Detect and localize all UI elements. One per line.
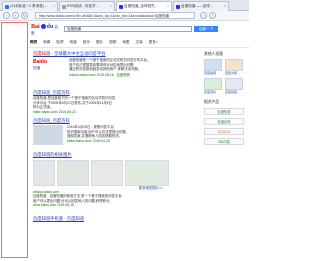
tab-zhidao[interactable]: 知道	[70, 40, 77, 44]
result-4: 百度知道的相关图片 更多相关图片>>	[33, 152, 183, 191]
baidu-logo[interactable]: Bai du 百度	[31, 24, 59, 35]
tab-label: 百度知道_全球领先…	[124, 4, 159, 8]
title-rest: - 全球最大中文互动问答平台	[50, 51, 106, 56]
result-3: 百度知道_百度百科 2016年4月28日 - 按照问答平台 知识搜索功能,用户可…	[33, 118, 183, 149]
tab-video[interactable]: 视频	[109, 40, 116, 44]
result-title[interactable]: 百度知道 - 全球最大中文互动问答平台	[33, 51, 183, 57]
search-button[interactable]: 百度一下	[194, 26, 218, 32]
product-logo[interactable]: 百度百科	[204, 118, 244, 125]
related-label: 百度贴吧	[204, 71, 217, 75]
related-heading: 其他人还搜	[204, 52, 223, 56]
browser-tab-4[interactable]: 百度知道——全球… ×	[173, 1, 229, 11]
search-nav-tabs: 网页 新闻 贴吧 知道 音乐 图片 视频 地图 文库 更多»	[30, 40, 190, 46]
right-column: 其他人还搜 百度贴吧 百度文库 百度百科 百度经验 相关产品 百度知道 百度百科…	[204, 50, 248, 148]
products-heading: 相关产品	[204, 100, 220, 104]
star-icon[interactable]: ☆	[200, 12, 207, 19]
browser-tab-1[interactable]: (24封私信 / 4 条消息)… ×	[2, 1, 58, 11]
tab-music[interactable]: 音乐	[83, 40, 90, 44]
tab-images[interactable]: 图片	[96, 40, 103, 44]
result-thumbnail[interactable]	[33, 125, 63, 145]
tab-more[interactable]: 更多»	[149, 40, 158, 44]
divider	[28, 47, 249, 48]
brand-sub-text: 知道	[33, 66, 41, 70]
forward-icon[interactable]: ›	[12, 12, 19, 19]
result-6: 百度知道手机版 - 百度知道	[33, 216, 183, 222]
close-icon[interactable]: ×	[53, 4, 55, 8]
browser-tab-2[interactable]: RSS阅读 - 问答开… ×	[59, 1, 115, 11]
image-thumbnail[interactable]	[91, 160, 123, 186]
result-url[interactable]: www.baidu.com 2015-08-16	[33, 203, 183, 207]
title-highlight: 百度知道	[33, 51, 51, 56]
related-item[interactable]: 百度贴吧	[204, 59, 222, 75]
product-logo[interactable]: 360问答	[204, 138, 244, 145]
brand-text: Baidu	[33, 59, 47, 65]
related-label: 百度文库	[225, 71, 238, 75]
tab-web[interactable]: 网页	[30, 40, 37, 44]
tab-news[interactable]: 新闻	[43, 40, 50, 44]
result-title[interactable]: 百度知道_百度百科	[33, 118, 183, 124]
related-label: 百度经验	[225, 90, 238, 94]
product-logo[interactable]: 百度知道	[204, 108, 244, 115]
browser-tab-bar: (24封私信 / 4 条消息)… × RSS阅读 - 问答开… × 百度知道_全…	[0, 0, 249, 11]
related-item[interactable]: 百度百科	[204, 78, 222, 94]
result-url[interactable]: baike.baidu.com/ 2015-08-22	[33, 110, 183, 114]
related-image	[204, 59, 222, 71]
related-image	[204, 78, 222, 90]
close-icon[interactable]: ×	[224, 4, 226, 8]
refresh-icon[interactable]: ↻	[21, 12, 28, 19]
related-image	[225, 78, 243, 90]
image-thumbnail[interactable]	[33, 160, 55, 186]
tab-favicon-icon	[119, 5, 123, 9]
search-input[interactable]: 百度知道	[64, 26, 192, 32]
related-label: 百度百科	[204, 90, 217, 94]
close-icon[interactable]: ×	[167, 4, 169, 8]
tab-favicon-icon	[176, 5, 180, 9]
tab-label: (24封私信 / 4 条消息)…	[10, 4, 48, 8]
result-url[interactable]: baike.baidu.com/ 2016-04-28	[67, 139, 183, 143]
menu-icon[interactable]: ≡	[209, 12, 216, 19]
result-title[interactable]: 百度知道手机版 - 百度知道	[33, 216, 183, 222]
related-item[interactable]: 百度经验	[225, 78, 243, 94]
related-item[interactable]: 百度文库	[225, 59, 243, 75]
result-1: 百度知道 - 全球最大中文互动问答平台 Baidu 知道 百度知道是一个基于搜索…	[33, 51, 183, 82]
tab-label: RSS阅读 - 问答开…	[67, 4, 100, 8]
result-title[interactable]: 百度知道的相关图片	[33, 152, 183, 158]
logo-text-bai: Bai	[31, 24, 40, 30]
tab-label: 百度知道——全球…	[181, 4, 214, 8]
sidebar-frame	[1, 22, 28, 258]
close-icon[interactable]: ×	[110, 4, 112, 8]
image-thumbnail[interactable]	[57, 160, 89, 186]
result-brand-image[interactable]: Baidu 知道	[33, 59, 65, 79]
url-input[interactable]: http://www.baidu.com/s?ie=utf-8&f=3&rsv_…	[35, 12, 195, 19]
tab-tieba[interactable]: 贴吧	[56, 40, 63, 44]
address-bar: ‹ › ↻ http://www.baidu.com/s?ie=utf-8&f=…	[0, 11, 249, 21]
search-header: Bai du 百度 百度知道 百度一下	[28, 22, 249, 39]
image-strip	[33, 160, 183, 186]
browser-tab-3[interactable]: 百度知道_全球领先… ×	[116, 1, 172, 11]
tab-favicon-icon	[5, 5, 9, 9]
tab-favicon-icon	[62, 5, 66, 9]
related-image	[225, 59, 243, 71]
image-thumbnail[interactable]	[125, 160, 169, 186]
tab-wenku[interactable]: 文库	[136, 40, 143, 44]
paw-icon	[40, 24, 46, 30]
result-url[interactable]: zhidao.baidu.com/ 2015-08-16 - 百度快照	[69, 72, 183, 77]
product-logo[interactable]: SOGOU	[204, 128, 244, 135]
result-2: 百度知道_百度百科 百度知道,是百度旗下的一个基于搜索的互动式知识问答 分享平台…	[33, 90, 183, 114]
logo-text-du: du	[46, 24, 54, 30]
back-icon[interactable]: ‹	[3, 12, 10, 19]
tab-map[interactable]: 地图	[122, 40, 129, 44]
result-5: zhidao.baidu.com 百度知道 - 百度知道的使用方法 是一个基于搜…	[33, 190, 183, 207]
related-grid: 百度贴吧 百度文库 百度百科 百度经验	[204, 59, 248, 94]
